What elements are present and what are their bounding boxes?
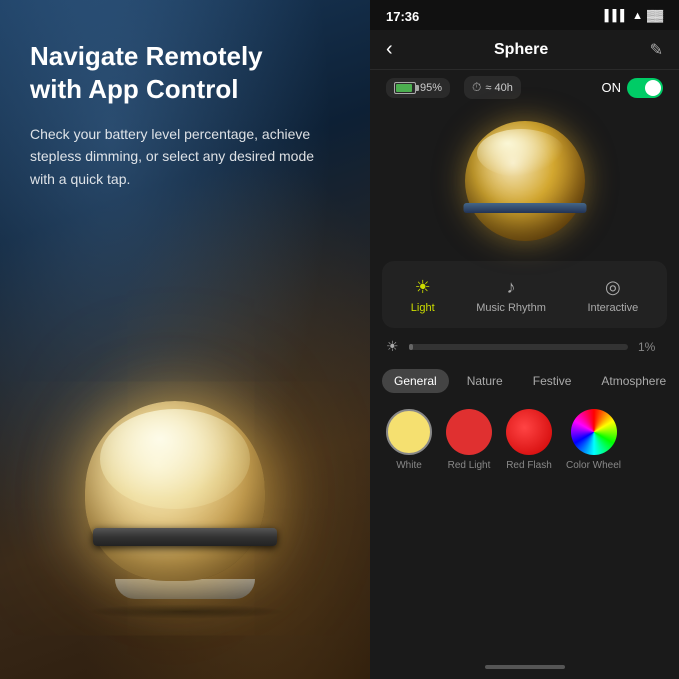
bottom-bar xyxy=(370,655,679,679)
brightness-section: ☀ 1% xyxy=(370,328,679,365)
theme-festive[interactable]: Festive xyxy=(521,369,584,393)
theme-nature[interactable]: Nature xyxy=(455,369,515,393)
table-shadow xyxy=(85,604,285,619)
color-white[interactable]: White xyxy=(386,409,432,471)
edit-button[interactable]: ✎ xyxy=(650,40,663,60)
brightness-track[interactable] xyxy=(409,344,628,350)
lamp-image xyxy=(85,401,285,619)
battery-percentage: 95% xyxy=(420,82,442,94)
color-white-label: White xyxy=(396,460,422,471)
toggle-switch[interactable] xyxy=(627,78,663,98)
lamp-sphere xyxy=(85,401,265,581)
mode-music[interactable]: ♪ Music Rhythm xyxy=(462,271,560,320)
lamp-band xyxy=(93,528,277,546)
light-icon: ☀ xyxy=(415,277,431,298)
on-label: ON xyxy=(602,80,622,95)
lamp-base xyxy=(115,579,255,599)
color-red-light-label: Red Light xyxy=(448,460,491,471)
toggle-knob xyxy=(645,80,661,96)
status-time: 17:36 xyxy=(386,9,419,24)
brightness-icon: ☀ xyxy=(386,338,399,355)
interactive-icon: ◎ xyxy=(605,277,621,298)
color-red-light[interactable]: Red Light xyxy=(446,409,492,471)
color-wheel-label: Color Wheel xyxy=(566,460,621,471)
mode-tabs: ☀ Light ♪ Music Rhythm ◎ Interactive xyxy=(382,261,667,328)
battery-icon xyxy=(394,82,416,94)
sphere-band xyxy=(463,203,586,213)
nav-bar: ‹ Sphere ✎ xyxy=(370,30,679,70)
color-red-flash-label: Red Flash xyxy=(506,460,552,471)
headline: Navigate Remotelywith App Control xyxy=(30,40,340,105)
power-toggle[interactable]: ON xyxy=(602,78,664,98)
battery-status-icon: ▓▓ xyxy=(647,10,663,22)
theme-atmosphere[interactable]: Atmosphere xyxy=(589,369,678,393)
mode-light[interactable]: ☀ Light xyxy=(397,271,449,320)
home-indicator xyxy=(485,665,565,669)
sphere-visual xyxy=(465,121,585,241)
sphere-display xyxy=(370,105,679,261)
mode-music-label: Music Rhythm xyxy=(476,302,546,314)
mode-light-label: Light xyxy=(411,302,435,314)
nav-title: Sphere xyxy=(494,41,548,59)
music-icon: ♪ xyxy=(507,277,516,298)
wifi-icon: ▲ xyxy=(632,10,643,22)
brightness-value: 1% xyxy=(638,340,663,354)
swatch-red-flash xyxy=(506,409,552,455)
mode-interactive-label: Interactive xyxy=(587,302,638,314)
color-grid: White Red Light Red Flash Color Wheel xyxy=(370,397,679,483)
time-info: ⏱ ≈ 40h xyxy=(464,76,521,99)
swatch-color-wheel xyxy=(571,409,617,455)
theme-general[interactable]: General xyxy=(382,369,449,393)
phone-ui: 17:36 ▌▌▌ ▲ ▓▓ ‹ Sphere ✎ 95% ⏱ ≈ 40h ON xyxy=(370,0,679,679)
color-red-flash[interactable]: Red Flash xyxy=(506,409,552,471)
battery-info: 95% xyxy=(386,78,450,98)
swatch-white xyxy=(386,409,432,455)
swatch-red-light xyxy=(446,409,492,455)
signal-icon: ▌▌▌ xyxy=(605,10,628,22)
left-panel: Navigate Remotelywith App Control Check … xyxy=(0,0,370,679)
color-wheel[interactable]: Color Wheel xyxy=(566,409,621,471)
status-icons: ▌▌▌ ▲ ▓▓ xyxy=(605,10,663,22)
info-bar: 95% ⏱ ≈ 40h ON xyxy=(370,70,679,105)
back-button[interactable]: ‹ xyxy=(386,38,393,61)
time-remaining: ≈ 40h xyxy=(485,82,512,94)
subtext: Check your battery level percentage, ach… xyxy=(30,123,340,190)
clock-icon: ⏱ xyxy=(472,80,481,95)
theme-tabs: General Nature Festive Atmosphere xyxy=(370,365,679,397)
status-bar: 17:36 ▌▌▌ ▲ ▓▓ xyxy=(370,0,679,30)
brightness-fill xyxy=(409,344,413,350)
mode-interactive[interactable]: ◎ Interactive xyxy=(573,271,652,320)
